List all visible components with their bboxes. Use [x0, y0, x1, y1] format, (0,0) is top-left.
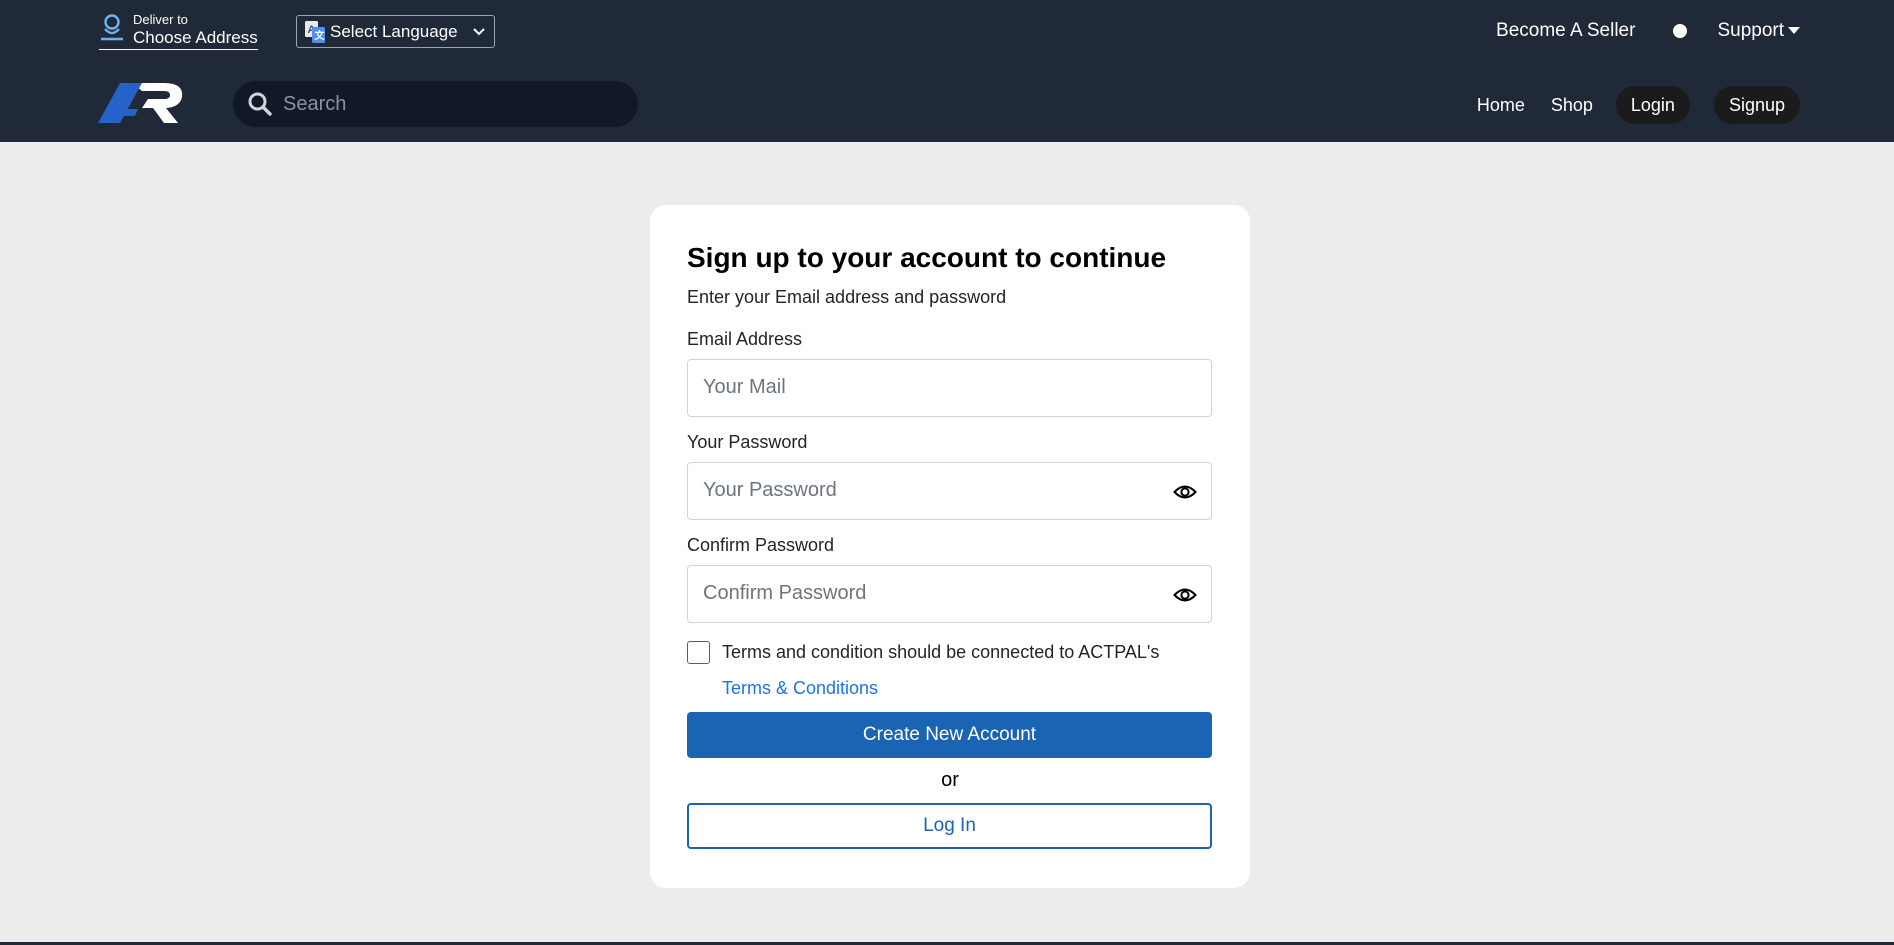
nav-signup-button[interactable]: Signup: [1713, 86, 1800, 124]
or-divider: or: [941, 768, 959, 791]
signup-card: Sign up to your account to continue Ente…: [650, 205, 1250, 888]
login-button[interactable]: Log In: [687, 802, 1212, 849]
language-select[interactable]: A 文 Select Language: [296, 15, 495, 48]
search-input[interactable]: [283, 92, 613, 116]
eye-icon[interactable]: [1173, 584, 1197, 606]
chevron-down-icon: [473, 27, 485, 35]
translate-icon: A 文: [305, 20, 326, 43]
support-menu[interactable]: Support: [1717, 20, 1800, 42]
choose-address-label: Choose Address: [133, 28, 258, 47]
confirm-password-label: Confirm Password: [687, 534, 835, 555]
password-label: Your Password: [687, 431, 808, 452]
nav-shop-link[interactable]: Shop: [1551, 95, 1593, 116]
eye-icon[interactable]: [1173, 481, 1197, 503]
deliver-to-link[interactable]: Deliver to Choose Address: [99, 12, 258, 50]
email-input[interactable]: [688, 359, 1211, 416]
terms-row: Terms and condition should be connected …: [687, 640, 1213, 664]
deliver-to-label: Deliver to: [133, 12, 188, 27]
signup-title: Sign up to your account to continue: [687, 242, 1167, 273]
nav-home-link[interactable]: Home: [1477, 95, 1525, 116]
signup-subtitle: Enter your Email address and password: [687, 286, 1007, 307]
support-label: Support: [1717, 20, 1784, 41]
search-bar[interactable]: [233, 81, 638, 127]
nav-links: Home Shop Login Signup: [1477, 86, 1800, 124]
main-navbar: Home Shop Login Signup: [0, 67, 1894, 142]
create-account-button[interactable]: Create New Account: [687, 711, 1212, 758]
terms-text: Terms and condition should be connected …: [722, 641, 1160, 662]
nav-login-button[interactable]: Login: [1615, 86, 1690, 124]
confirm-password-input[interactable]: [688, 565, 1211, 622]
language-select-label: Select Language: [330, 21, 458, 41]
become-seller-link[interactable]: Become A Seller: [1496, 20, 1635, 42]
email-label: Email Address: [687, 328, 803, 349]
caret-down-icon: [1788, 27, 1800, 34]
password-field: [687, 461, 1212, 520]
password-input[interactable]: [688, 462, 1211, 519]
status-dot: [1673, 24, 1688, 38]
brand-logo[interactable]: [98, 79, 184, 125]
search-icon: [248, 92, 272, 116]
user-pin-icon: [101, 14, 123, 41]
terms-checkbox[interactable]: [687, 640, 710, 664]
top-bar: Deliver to Choose Address A 文 Select Lan…: [0, 0, 1894, 67]
top-right-links: Become A Seller Support: [1496, 20, 1800, 42]
confirm-password-field: [687, 564, 1212, 623]
terms-link[interactable]: Terms & Conditions: [722, 678, 1213, 699]
svg-text:文: 文: [315, 29, 326, 42]
email-field: [687, 358, 1212, 417]
